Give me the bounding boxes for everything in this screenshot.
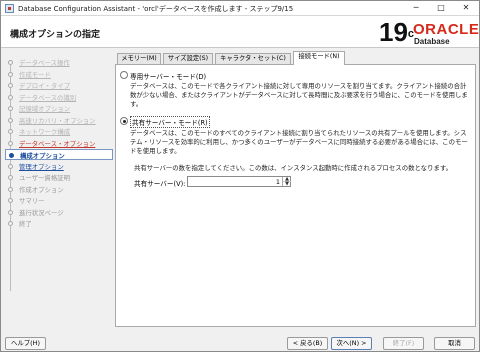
step-indicator-icon [8,94,13,100]
shared-server-description: データベースは、このモードのすべてのクライアント接続に割り当てられたリソースの共… [130,129,468,155]
maximize-button[interactable]: □ [429,1,453,15]
sidebar-step: 終了 [5,218,113,229]
step-indicator-icon [8,175,13,180]
sidebar-step[interactable]: 管理オプション [5,161,113,172]
sidebar-step[interactable]: 高速リカバリ・オプション [5,115,113,126]
shared-servers-label: 共有サーバー(V): [134,180,186,188]
sidebar-step[interactable]: デプロイ・タイプ [5,80,113,91]
shared-server-radio[interactable] [120,117,128,125]
sidebar-step: サマリー [5,195,113,206]
sidebar-step-label: 進行状況ページ [19,208,64,217]
step-indicator-icon [8,60,13,65]
sidebar-step-label: 構成オプション [20,152,65,160]
dedicated-server-description: データベースは、このモードで各クライアント接続に対して専用のリソースを割り当てま… [130,82,468,108]
page-title: 構成オプションの指定 [10,30,101,40]
sidebar-step-label: データベース操作 [19,59,70,67]
step-indicator-icon [8,106,13,111]
oracle-product-name: Database [414,37,450,46]
sidebar-step-label: 高速リカバリ・オプション [19,116,96,125]
sidebar-step-label: デプロイ・タイプ [19,82,71,90]
sidebar-step-label: ユーザー資格証明 [19,174,70,182]
help-button[interactable]: ヘルプ(H) [5,337,46,350]
sidebar-step[interactable]: データベース操作 [5,57,113,68]
step-indicator-icon [8,117,13,123]
spinner-buttons: ▲ ▼ [282,177,291,187]
dedicated-server-label[interactable]: 専用サーバー・モード(D) [130,71,206,81]
finish-button[interactable]: 終了(F) [383,337,424,350]
tab-connection-mode[interactable]: 接続モード(N) [293,51,345,65]
sidebar-step: ユーザー資格証明 [5,172,113,183]
step-indicator-icon [8,140,13,146]
sidebar-step[interactable]: 構成オプション [5,149,113,160]
sidebar-step: 作成オプション [5,184,113,195]
step-indicator-icon [8,186,13,192]
sidebar-step[interactable]: ネットワーク構成 [5,126,113,137]
sidebar-step-label: 管理オプション [19,162,64,171]
dbca-window: Database Configuration Assistant - 'orcl… [0,0,480,352]
sidebar-step[interactable]: データベース・オプション [5,138,113,149]
sidebar-step-label: データベース・オプション [19,139,96,148]
connection-mode-panel: 専用サーバー・モード(D) データベースは、このモードで各クライアント接続に対し… [115,64,476,327]
shared-servers-value[interactable]: 1 [276,178,280,186]
sidebar-step-label: 記憶域オプション [19,105,71,113]
window-title: Database Configuration Assistant - 'orcl… [18,5,294,13]
step-indicator-icon [8,71,13,77]
step-indicator-icon [8,198,13,203]
step-indicator-icon [8,83,13,88]
sidebar-step-label: サマリー [19,197,45,205]
shared-servers-hint: 共有サーバーの数を指定してください。この数は、インスタンス起動時に作成されるプロ… [134,164,452,172]
step-indicator-icon [8,129,13,134]
sidebar-step[interactable]: 記憶域オプション [5,103,113,114]
step-indicator-icon [8,221,13,226]
tab-character-set[interactable]: キャラクタ・セット(C) [215,53,291,64]
sidebar-step[interactable]: 作成モード [5,69,113,80]
dedicated-server-radio[interactable] [120,71,128,79]
back-button[interactable]: < 戻る(B) [287,337,328,350]
sidebar-step-label: データベースの識別 [19,93,77,102]
sidebar-step[interactable]: データベースの識別 [5,92,113,103]
content-area: メモリー(M) サイズ設定(S) キャラクタ・セット(C) 接続モード(N) 専… [115,51,476,327]
step-indicator-icon [8,163,13,169]
app-icon [5,4,14,13]
next-button[interactable]: 次へ(N) > [331,337,372,350]
spinner-down-icon[interactable]: ▼ [283,181,291,187]
page-header: 構成オプションの指定 19c ORACLE Database [1,16,479,48]
sidebar-step-label: 作成オプション [19,185,64,194]
cancel-button[interactable]: 取消 [434,337,475,350]
footer: ヘルプ(H) < 戻る(B) 次へ(N) > 終了(F) 取消 [1,331,479,351]
oracle-logo: ORACLE [413,21,480,38]
close-button[interactable]: ✕ [454,1,478,15]
sidebar-step-label: 終了 [19,220,32,228]
shared-servers-spinner[interactable]: 1 ▲ ▼ [187,176,291,187]
sidebar-step-label: 作成モード [19,70,51,79]
steps-sidebar: データベース操作 作成モードデプロイ・タイプ データベースの識別 記憶域オプション高速… [1,49,113,329]
oracle-version-logo: 19c [379,17,415,47]
title-bar: Database Configuration Assistant - 'orcl… [1,1,479,16]
sidebar-step: 進行状況ページ [5,207,113,218]
minimize-button[interactable]: ─ [404,1,428,15]
sidebar-step-label: ネットワーク構成 [19,128,71,136]
step-indicator-icon [8,209,13,215]
step-indicator-icon [9,153,14,158]
tab-sizing[interactable]: サイズ設定(S) [163,53,213,64]
tab-memory[interactable]: メモリー(M) [117,53,161,64]
shared-server-label[interactable]: 共有サーバー・モード(R) [130,116,210,128]
